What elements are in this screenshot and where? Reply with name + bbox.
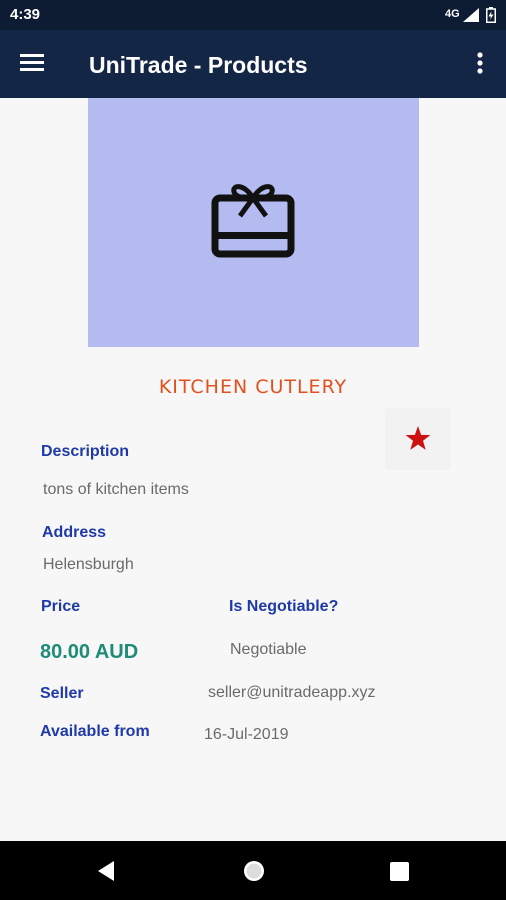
signal-icon bbox=[463, 8, 479, 27]
address-label: Address bbox=[42, 524, 107, 541]
description-value: tons of kitchen items bbox=[43, 481, 189, 498]
description-label: Description bbox=[41, 443, 130, 460]
gift-card-icon bbox=[210, 180, 296, 265]
home-icon[interactable] bbox=[243, 860, 265, 887]
seller-label: Seller bbox=[40, 685, 84, 702]
seller-value: seller@unitradeapp.xyz bbox=[208, 684, 376, 701]
recent-apps-icon[interactable] bbox=[390, 862, 409, 886]
battery-icon bbox=[486, 7, 496, 28]
system-navigation-bar bbox=[0, 841, 506, 900]
negotiable-label: Is Negotiable? bbox=[229, 598, 339, 615]
available-from-value: 16-Jul-2019 bbox=[204, 726, 289, 743]
app-title: UniTrade - Products bbox=[89, 52, 308, 78]
network-type-label: 4G bbox=[445, 8, 460, 20]
status-time: 4:39 bbox=[10, 6, 41, 23]
address-value: Helensburgh bbox=[43, 556, 134, 573]
hamburger-menu-icon[interactable] bbox=[20, 52, 50, 76]
product-detail-content: KITCHEN CUTLERY Description tons of kitc… bbox=[0, 98, 506, 841]
price-value: 80.00 AUD bbox=[40, 641, 139, 663]
available-from-label: Available from bbox=[40, 723, 150, 740]
status-bar: 4:39 4G bbox=[0, 0, 506, 30]
price-label: Price bbox=[41, 598, 81, 615]
negotiable-value: Negotiable bbox=[230, 641, 307, 658]
app-bar: UniTrade - Products bbox=[0, 30, 506, 98]
star-icon bbox=[405, 426, 431, 456]
product-title: KITCHEN CUTLERY bbox=[158, 376, 348, 398]
favorite-button[interactable] bbox=[385, 408, 451, 470]
more-options-icon[interactable] bbox=[470, 50, 490, 78]
product-image bbox=[88, 98, 419, 347]
back-icon[interactable] bbox=[96, 860, 116, 887]
